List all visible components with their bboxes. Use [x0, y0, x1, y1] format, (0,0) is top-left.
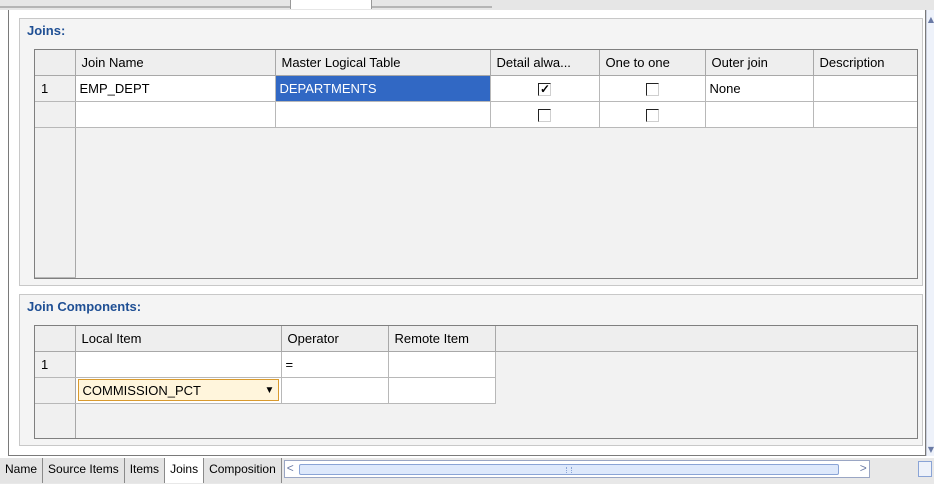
- scroll-corner: [918, 461, 932, 477]
- detail-always-cell[interactable]: [490, 101, 600, 128]
- join-components-section: Join Components: Local Item Operator Rem…: [19, 294, 923, 446]
- detail-always-cell[interactable]: ✓: [490, 75, 600, 102]
- join-components-grid: Local Item Operator Remote Item 1 = COMM…: [34, 325, 918, 439]
- column-header-join-name[interactable]: Join Name: [75, 50, 276, 76]
- table-row: COMMISSION_PCT ▼: [35, 377, 917, 404]
- join-components-section-title: Join Components:: [27, 299, 142, 314]
- joins-section: Joins: Join Name Master Logical Table De…: [19, 18, 923, 286]
- chevron-down-icon[interactable]: ▼: [262, 385, 278, 396]
- outer-join-cell[interactable]: [705, 101, 814, 128]
- scroll-right-icon[interactable]: >: [860, 461, 867, 475]
- vertical-scrollbar[interactable]: ▲ ▼: [926, 10, 934, 456]
- table-row: [35, 101, 917, 128]
- top-tab-strip: [0, 0, 934, 10]
- row-number-gutter: [35, 403, 76, 438]
- joins-section-title: Joins:: [27, 23, 66, 38]
- tab-items[interactable]: Items: [124, 458, 166, 483]
- header-filler: [495, 326, 917, 352]
- top-selected-tab[interactable]: [290, 0, 372, 9]
- one-to-one-cell[interactable]: [599, 101, 706, 128]
- row-number-header: [35, 50, 76, 76]
- bottom-tab-bar: Name Source Items Items Joins Compositio…: [0, 458, 934, 484]
- tab-strip-line: [0, 6, 290, 8]
- join-components-header-row: Local Item Operator Remote Item: [35, 326, 917, 352]
- remote-item-cell[interactable]: [388, 351, 496, 378]
- column-header-description[interactable]: Description: [813, 50, 917, 76]
- table-row: 1 EMP_DEPT DEPARTMENTS ✓ None: [35, 75, 917, 102]
- tab-source-items[interactable]: Source Items: [43, 458, 125, 483]
- column-header-one-to-one[interactable]: One to one: [599, 50, 706, 76]
- tab-name[interactable]: Name: [0, 458, 44, 483]
- description-cell[interactable]: [813, 101, 917, 128]
- scroll-down-icon[interactable]: ▼: [927, 446, 934, 454]
- column-header-local-item[interactable]: Local Item: [75, 326, 282, 352]
- check-mark-icon: ✓: [540, 81, 551, 96]
- column-header-remote-item[interactable]: Remote Item: [388, 326, 496, 352]
- operator-cell[interactable]: [281, 377, 389, 404]
- local-item-cell[interactable]: [75, 351, 282, 378]
- scroll-left-icon[interactable]: <: [287, 461, 294, 475]
- outer-join-cell[interactable]: None: [705, 75, 814, 102]
- column-header-master-logical-table[interactable]: Master Logical Table: [275, 50, 491, 76]
- row-number[interactable]: [35, 377, 76, 404]
- scrollbar-grip-icon: [565, 467, 572, 473]
- join-components-table: Local Item Operator Remote Item 1 = COMM…: [35, 326, 917, 438]
- remote-item-cell[interactable]: [388, 377, 496, 404]
- row-filler: [495, 351, 917, 377]
- one-to-one-checkbox[interactable]: [645, 108, 659, 122]
- empty-grid-space: [75, 403, 917, 438]
- row-number[interactable]: [35, 101, 76, 128]
- empty-grid-area: [35, 127, 917, 278]
- joins-header-row: Join Name Master Logical Table Detail al…: [35, 50, 917, 76]
- master-table-cell[interactable]: [275, 101, 491, 128]
- join-name-cell[interactable]: EMP_DEPT: [75, 75, 276, 102]
- row-number-gutter: [35, 127, 76, 278]
- joins-panel: Joins: Join Name Master Logical Table De…: [8, 10, 926, 456]
- row-number[interactable]: 1: [35, 351, 76, 378]
- detail-always-checkbox[interactable]: ✓: [538, 81, 551, 96]
- scrollbar-thumb[interactable]: [298, 464, 839, 475]
- empty-grid-area: [35, 403, 917, 438]
- column-header-outer-join[interactable]: Outer join: [705, 50, 814, 76]
- operator-cell[interactable]: =: [281, 351, 389, 378]
- local-item-dropdown-value: COMMISSION_PCT: [82, 382, 201, 398]
- column-header-operator[interactable]: Operator: [281, 326, 389, 352]
- joins-table: Join Name Master Logical Table Detail al…: [35, 50, 917, 278]
- joins-grid: Join Name Master Logical Table Detail al…: [34, 49, 918, 279]
- row-number-header: [35, 326, 76, 352]
- one-to-one-checkbox[interactable]: [645, 82, 659, 96]
- row-filler: [495, 377, 917, 403]
- one-to-one-cell[interactable]: [599, 75, 706, 102]
- tab-composition[interactable]: Composition: [204, 458, 282, 483]
- local-item-dropdown[interactable]: COMMISSION_PCT ▼: [77, 379, 279, 401]
- row-number[interactable]: 1: [35, 75, 76, 102]
- table-row: 1 =: [35, 351, 917, 378]
- detail-always-checkbox[interactable]: [538, 108, 551, 122]
- description-cell[interactable]: [813, 75, 917, 102]
- local-item-editor-cell[interactable]: COMMISSION_PCT ▼: [75, 377, 282, 404]
- tab-joins[interactable]: Joins: [164, 458, 205, 483]
- join-name-cell[interactable]: [75, 101, 276, 128]
- empty-grid-space: [75, 127, 917, 277]
- master-table-cell[interactable]: DEPARTMENTS: [275, 75, 491, 102]
- column-header-detail-always[interactable]: Detail alwa...: [490, 50, 600, 76]
- horizontal-scrollbar[interactable]: < >: [283, 460, 870, 478]
- scroll-up-icon[interactable]: ▲: [927, 16, 934, 24]
- tab-strip-line: [372, 6, 492, 8]
